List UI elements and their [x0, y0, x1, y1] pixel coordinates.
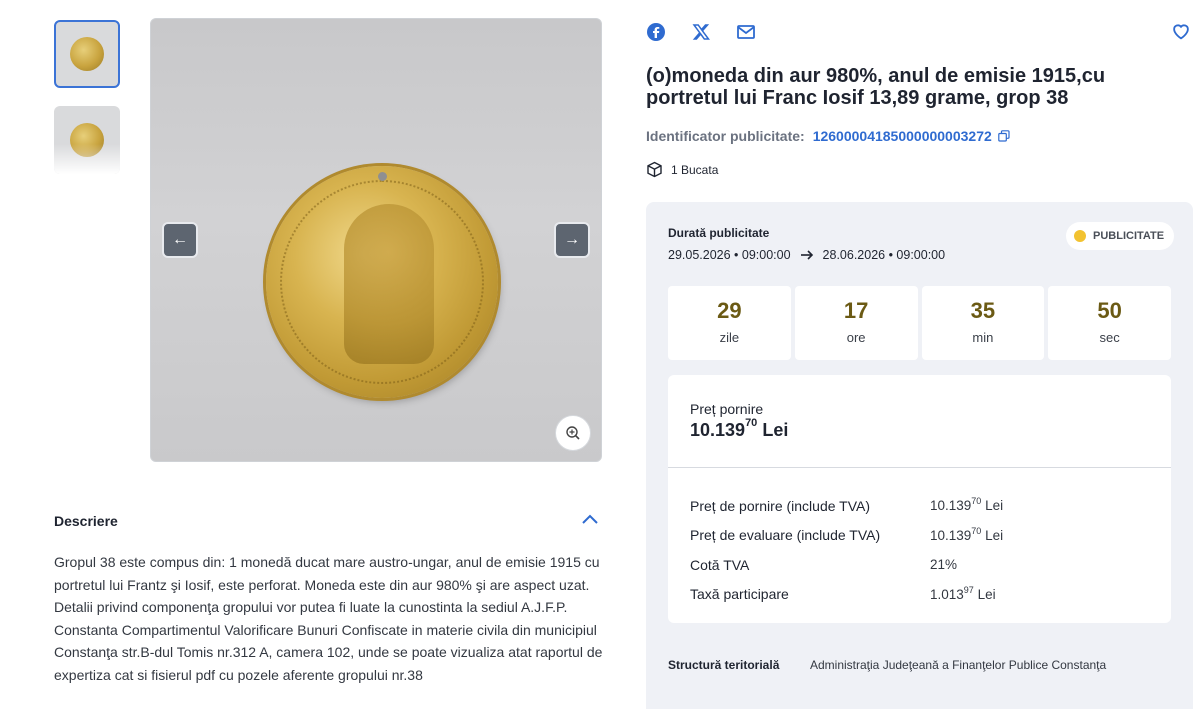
countdown-unit: zile [719, 330, 740, 345]
quantity-text: 1 Bucata [671, 162, 719, 177]
thumbnail-2[interactable] [54, 106, 120, 174]
price-row-label: Taxă participare [690, 586, 789, 603]
coin-photo [266, 166, 498, 398]
status-badge: PUBLICITATE [1066, 222, 1175, 250]
lot-title: (o)moneda din aur 980%, anul de emisie 1… [646, 65, 1106, 109]
price-row-value: 10.13970 Lei [930, 525, 1004, 543]
thumbnail-1[interactable] [54, 20, 120, 88]
main-image: ← → [150, 18, 602, 462]
price-row-label: Preț de pornire (include TVA) [690, 497, 871, 514]
description-toggle[interactable] [580, 510, 600, 530]
price-row-label: Preț de evaluare (include TVA) [690, 527, 881, 544]
territory-value: Administraţia Judeţeană a Finanţelor Pub… [810, 658, 1107, 672]
countdown-value: 35 [970, 298, 996, 323]
price-row: Preț de pornire (include TVA) 10.13970 L… [690, 491, 1150, 521]
thumbnail-strip [54, 20, 122, 192]
start-price-label: Preț pornire [690, 401, 764, 417]
quantity-row: 1 Bucata [646, 161, 718, 178]
price-decimals: 70 [971, 496, 982, 507]
countdown-seconds: 50 sec [1048, 286, 1171, 360]
gallery-prev-button[interactable]: ← [162, 222, 198, 258]
price-row-value: 10.13970 Lei [930, 496, 1004, 514]
box-icon [647, 161, 662, 178]
territory-row: Structură teritorială Administraţia Jude… [668, 658, 1106, 672]
countdown-unit: min [972, 330, 994, 345]
status-text: PUBLICITATE [1093, 230, 1165, 242]
countdown: 29 zile 17 ore 35 min 50 sec [668, 286, 1171, 360]
heart-icon[interactable] [1170, 20, 1192, 42]
countdown-unit: sec [1099, 330, 1120, 345]
price-main: 10.139 [930, 527, 972, 543]
x-icon[interactable] [691, 22, 711, 42]
territory-label: Structură teritorială [668, 658, 780, 672]
status-dot [1074, 230, 1086, 242]
price-row: Cotă TVA 21% [690, 550, 1150, 580]
share-bar [646, 22, 781, 42]
countdown-hours: 17 ore [794, 286, 918, 360]
description-title: Descriere [54, 513, 118, 529]
price-decimals: 97 [963, 584, 974, 595]
mail-icon[interactable] [736, 22, 756, 42]
price-main: 21% [930, 557, 958, 573]
divider [668, 467, 1171, 468]
gallery-next-button[interactable]: → [554, 222, 590, 258]
zoom-button[interactable] [555, 415, 591, 451]
price-main: 10.139 [690, 420, 746, 440]
identifier-value[interactable]: 12600004185000000003272 [813, 128, 992, 144]
price-main: 1.013 [930, 586, 964, 602]
identifier-label: Identificator publicitate: [646, 128, 805, 144]
price-decimals: 70 [971, 525, 982, 536]
price-currency: Lei [985, 498, 1004, 514]
price-currency: Lei [762, 420, 789, 440]
duration-range: 29.05.2026 • 09:00:00 28.06.2026 • 09:00… [668, 248, 945, 262]
zoom-in-icon [566, 426, 580, 440]
price-currency: Lei [977, 586, 996, 602]
countdown-days: 29 zile [668, 286, 791, 360]
chevron-up-icon [582, 514, 598, 524]
countdown-value: 29 [717, 298, 742, 323]
price-row: Preț de evaluare (include TVA) 10.13970 … [690, 521, 1150, 551]
facebook-icon[interactable] [646, 22, 666, 42]
start-price-value: 10.13970 Lei [690, 417, 789, 441]
price-main: 10.139 [930, 498, 972, 514]
price-row-label: Cotă TVA [690, 556, 750, 573]
price-row-value: 21% [930, 557, 957, 572]
countdown-minutes: 35 min [921, 286, 1045, 360]
price-card: Preț pornire 10.13970 Lei Preț de pornir… [668, 375, 1171, 623]
countdown-unit: ore [846, 330, 866, 345]
duration-start: 29.05.2026 • 09:00:00 [668, 248, 791, 262]
copy-icon[interactable] [997, 130, 1010, 142]
coin-hole [378, 172, 387, 181]
price-currency: Lei [985, 527, 1004, 543]
duration-label: Durată publicitate [668, 226, 770, 240]
coin-portrait [344, 204, 434, 364]
price-row-value: 1.01397 Lei [930, 584, 996, 602]
countdown-value: 50 [1097, 298, 1122, 323]
identifier-row: Identificator publicitate: 1260000418500… [646, 128, 1010, 144]
price-row: Taxă participare 1.01397 Lei [690, 580, 1150, 610]
countdown-value: 17 [843, 298, 869, 323]
thumbnail-coin-image [70, 123, 104, 157]
price-decimals: 70 [745, 417, 758, 429]
thumbnail-coin-image [70, 37, 104, 71]
description-text: Gropul 38 este compus din: 1 monedă duca… [54, 554, 603, 683]
duration-end: 28.06.2026 • 09:00:00 [822, 248, 946, 262]
arrow-right-icon [800, 250, 813, 260]
price-details: Preț de pornire (include TVA) 10.13970 L… [690, 491, 1150, 609]
auction-panel: Durată publicitate 29.05.2026 • 09:00:00… [646, 202, 1193, 709]
